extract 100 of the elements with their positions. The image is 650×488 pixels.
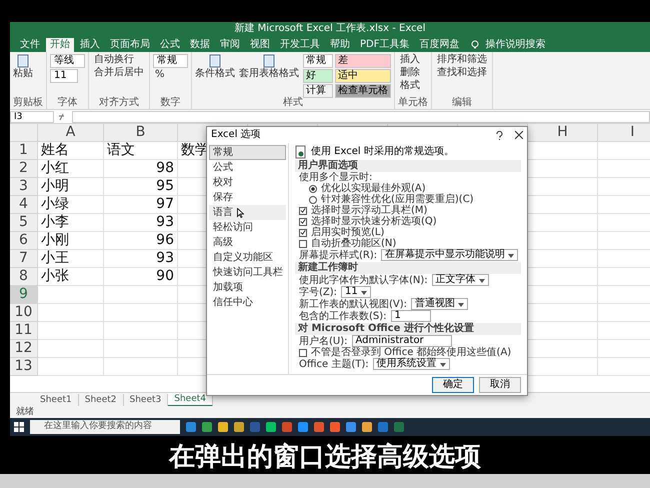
- table-cell: 小红: [38, 160, 104, 178]
- dropdown[interactable]: 使用系统设置: [372, 358, 450, 370]
- row-header[interactable]: 1: [10, 142, 38, 160]
- ribbon-dropdown[interactable]: 11: [50, 69, 78, 83]
- ribbon-tab[interactable]: PDF工具集: [356, 38, 414, 52]
- column-header[interactable]: A: [38, 124, 104, 142]
- column-header[interactable]: H: [528, 124, 598, 142]
- option-label: 选择时显示快速分析选项(Q): [311, 216, 437, 227]
- ribbon-tab[interactable]: 页面布局: [106, 38, 154, 52]
- cell-style[interactable]: 计算: [303, 84, 333, 98]
- ribbon-button[interactable]: 条件格式: [195, 54, 235, 79]
- input-field[interactable]: Administrator: [352, 335, 452, 347]
- nav-item[interactable]: 加载项: [209, 280, 286, 295]
- ribbon-button[interactable]: 插入: [398, 54, 422, 66]
- ribbon-button[interactable]: 自动换行: [92, 54, 136, 66]
- row-header[interactable]: 3: [10, 178, 38, 196]
- row-header[interactable]: 2: [10, 160, 38, 178]
- table-cell: 96: [104, 232, 178, 250]
- cell-style[interactable]: 检查单元格: [335, 84, 391, 98]
- checkbox[interactable]: [299, 240, 307, 248]
- ribbon-button[interactable]: 套用表格格式: [239, 54, 299, 79]
- row-header[interactable]: 12: [10, 340, 38, 358]
- row-header[interactable]: 6: [10, 232, 38, 250]
- cell-style[interactable]: 差: [335, 54, 391, 68]
- row-header[interactable]: 9: [10, 286, 38, 304]
- dialog-button[interactable]: 取消: [479, 377, 521, 393]
- ribbon-dropdown[interactable]: 等线: [50, 54, 85, 68]
- dropdown[interactable]: 正文字体: [432, 274, 489, 286]
- formula-field[interactable]: [72, 110, 650, 122]
- sheet-tab[interactable]: Sheet4: [168, 392, 213, 406]
- ribbon-tab[interactable]: 审阅: [216, 38, 244, 52]
- checkbox[interactable]: [299, 218, 307, 226]
- window-title: 新建 Microsoft Excel 工作表.xlsx - Excel: [234, 23, 426, 35]
- nav-item[interactable]: 语言: [209, 205, 286, 220]
- nav-item[interactable]: 保存: [209, 190, 286, 205]
- radio-button[interactable]: [309, 196, 317, 204]
- row-header[interactable]: 13: [10, 358, 38, 376]
- radio-button[interactable]: [309, 184, 317, 192]
- caret-icon: [478, 279, 485, 283]
- table-cell: 95: [104, 178, 178, 196]
- cell-style[interactable]: 好: [303, 69, 333, 83]
- section-heading: 用户界面选项: [295, 160, 521, 172]
- row-header[interactable]: 4: [10, 196, 38, 214]
- ribbon-button[interactable]: 粘贴: [13, 54, 33, 79]
- ribbon-button[interactable]: 删除: [398, 67, 422, 79]
- number-field[interactable]: 1: [390, 310, 431, 322]
- dropdown[interactable]: 普通视图: [411, 298, 468, 310]
- cell-style[interactable]: 适中: [335, 69, 391, 83]
- table-cell: [38, 340, 104, 358]
- nav-item[interactable]: 快速访问工具栏: [209, 265, 286, 280]
- ribbon-tab[interactable]: 数据: [186, 38, 214, 52]
- dropdown[interactable]: 在屏幕提示中显示功能说明: [381, 249, 518, 261]
- ribbon-tab[interactable]: 文件: [16, 38, 44, 52]
- nav-item[interactable]: 常规: [209, 145, 286, 160]
- checkbox[interactable]: [299, 348, 307, 356]
- ribbon-button[interactable]: 排序和筛选: [435, 54, 489, 66]
- ribbon-button[interactable]: %: [153, 69, 167, 81]
- ribbon-tab[interactable]: 百度网盘: [415, 38, 464, 52]
- ribbon-tab[interactable]: 开发工具: [276, 38, 324, 52]
- ribbon-button[interactable]: 查找和选择: [435, 67, 489, 79]
- help-icon[interactable]: [496, 130, 503, 140]
- nav-item[interactable]: 校对: [209, 175, 286, 190]
- ribbon-tab[interactable]: 帮助: [326, 38, 354, 52]
- cell-style[interactable]: 常规: [303, 54, 333, 68]
- close-icon[interactable]: [515, 131, 523, 139]
- column-header[interactable]: I: [598, 124, 650, 142]
- nav-item[interactable]: 公式: [209, 160, 286, 175]
- ribbon-tab[interactable]: 视图: [246, 38, 274, 52]
- row-header[interactable]: 11: [10, 322, 38, 340]
- nav-item[interactable]: 信任中心: [209, 295, 286, 310]
- nav-item[interactable]: 轻松访问: [209, 220, 286, 235]
- column-header[interactable]: B: [104, 124, 178, 142]
- ribbon-tab[interactable]: 开始: [46, 38, 74, 52]
- ribbon-tab[interactable]: 插入: [76, 38, 104, 52]
- option-label: 选择时显示浮动工具栏(M): [311, 205, 428, 216]
- dropdown[interactable]: 11: [341, 286, 371, 298]
- ribbon-button[interactable]: 合并后居中: [92, 67, 146, 79]
- nav-item[interactable]: 高级: [209, 235, 286, 250]
- option-label: 字号(Z):: [299, 286, 338, 298]
- nav-item[interactable]: 自定义功能区: [209, 250, 286, 265]
- option-label: 针对兼容性优化(应用需要重启)(C): [321, 194, 474, 205]
- row-header[interactable]: 10: [10, 304, 38, 322]
- windows-logo-icon[interactable]: [14, 422, 24, 432]
- ribbon-button[interactable]: 格式: [398, 80, 422, 92]
- ribbon-dropdown[interactable]: 常规: [153, 54, 188, 68]
- checkbox[interactable]: [299, 206, 307, 214]
- table-cell: 98: [104, 160, 178, 178]
- option-label: 不管是否登录到 Office 都始终使用这些值(A): [311, 347, 512, 358]
- document-icon: [16, 54, 30, 68]
- ribbon-tab[interactable]: 公式: [156, 38, 184, 52]
- tell-me-search[interactable]: 操作说明搜索: [485, 38, 546, 52]
- dialog-button[interactable]: 确定: [432, 377, 474, 393]
- row-header[interactable]: 5: [10, 214, 38, 232]
- checkbox[interactable]: [299, 228, 307, 236]
- row-header[interactable]: 7: [10, 250, 38, 268]
- taskbar-search-field[interactable]: 在这里输入你要搜索的内容: [30, 420, 180, 434]
- name-box[interactable]: I3: [10, 110, 54, 122]
- table-cell: 小明: [38, 178, 104, 196]
- row-header[interactable]: 8: [10, 268, 38, 286]
- section-heading: 新建工作簿时: [295, 262, 521, 274]
